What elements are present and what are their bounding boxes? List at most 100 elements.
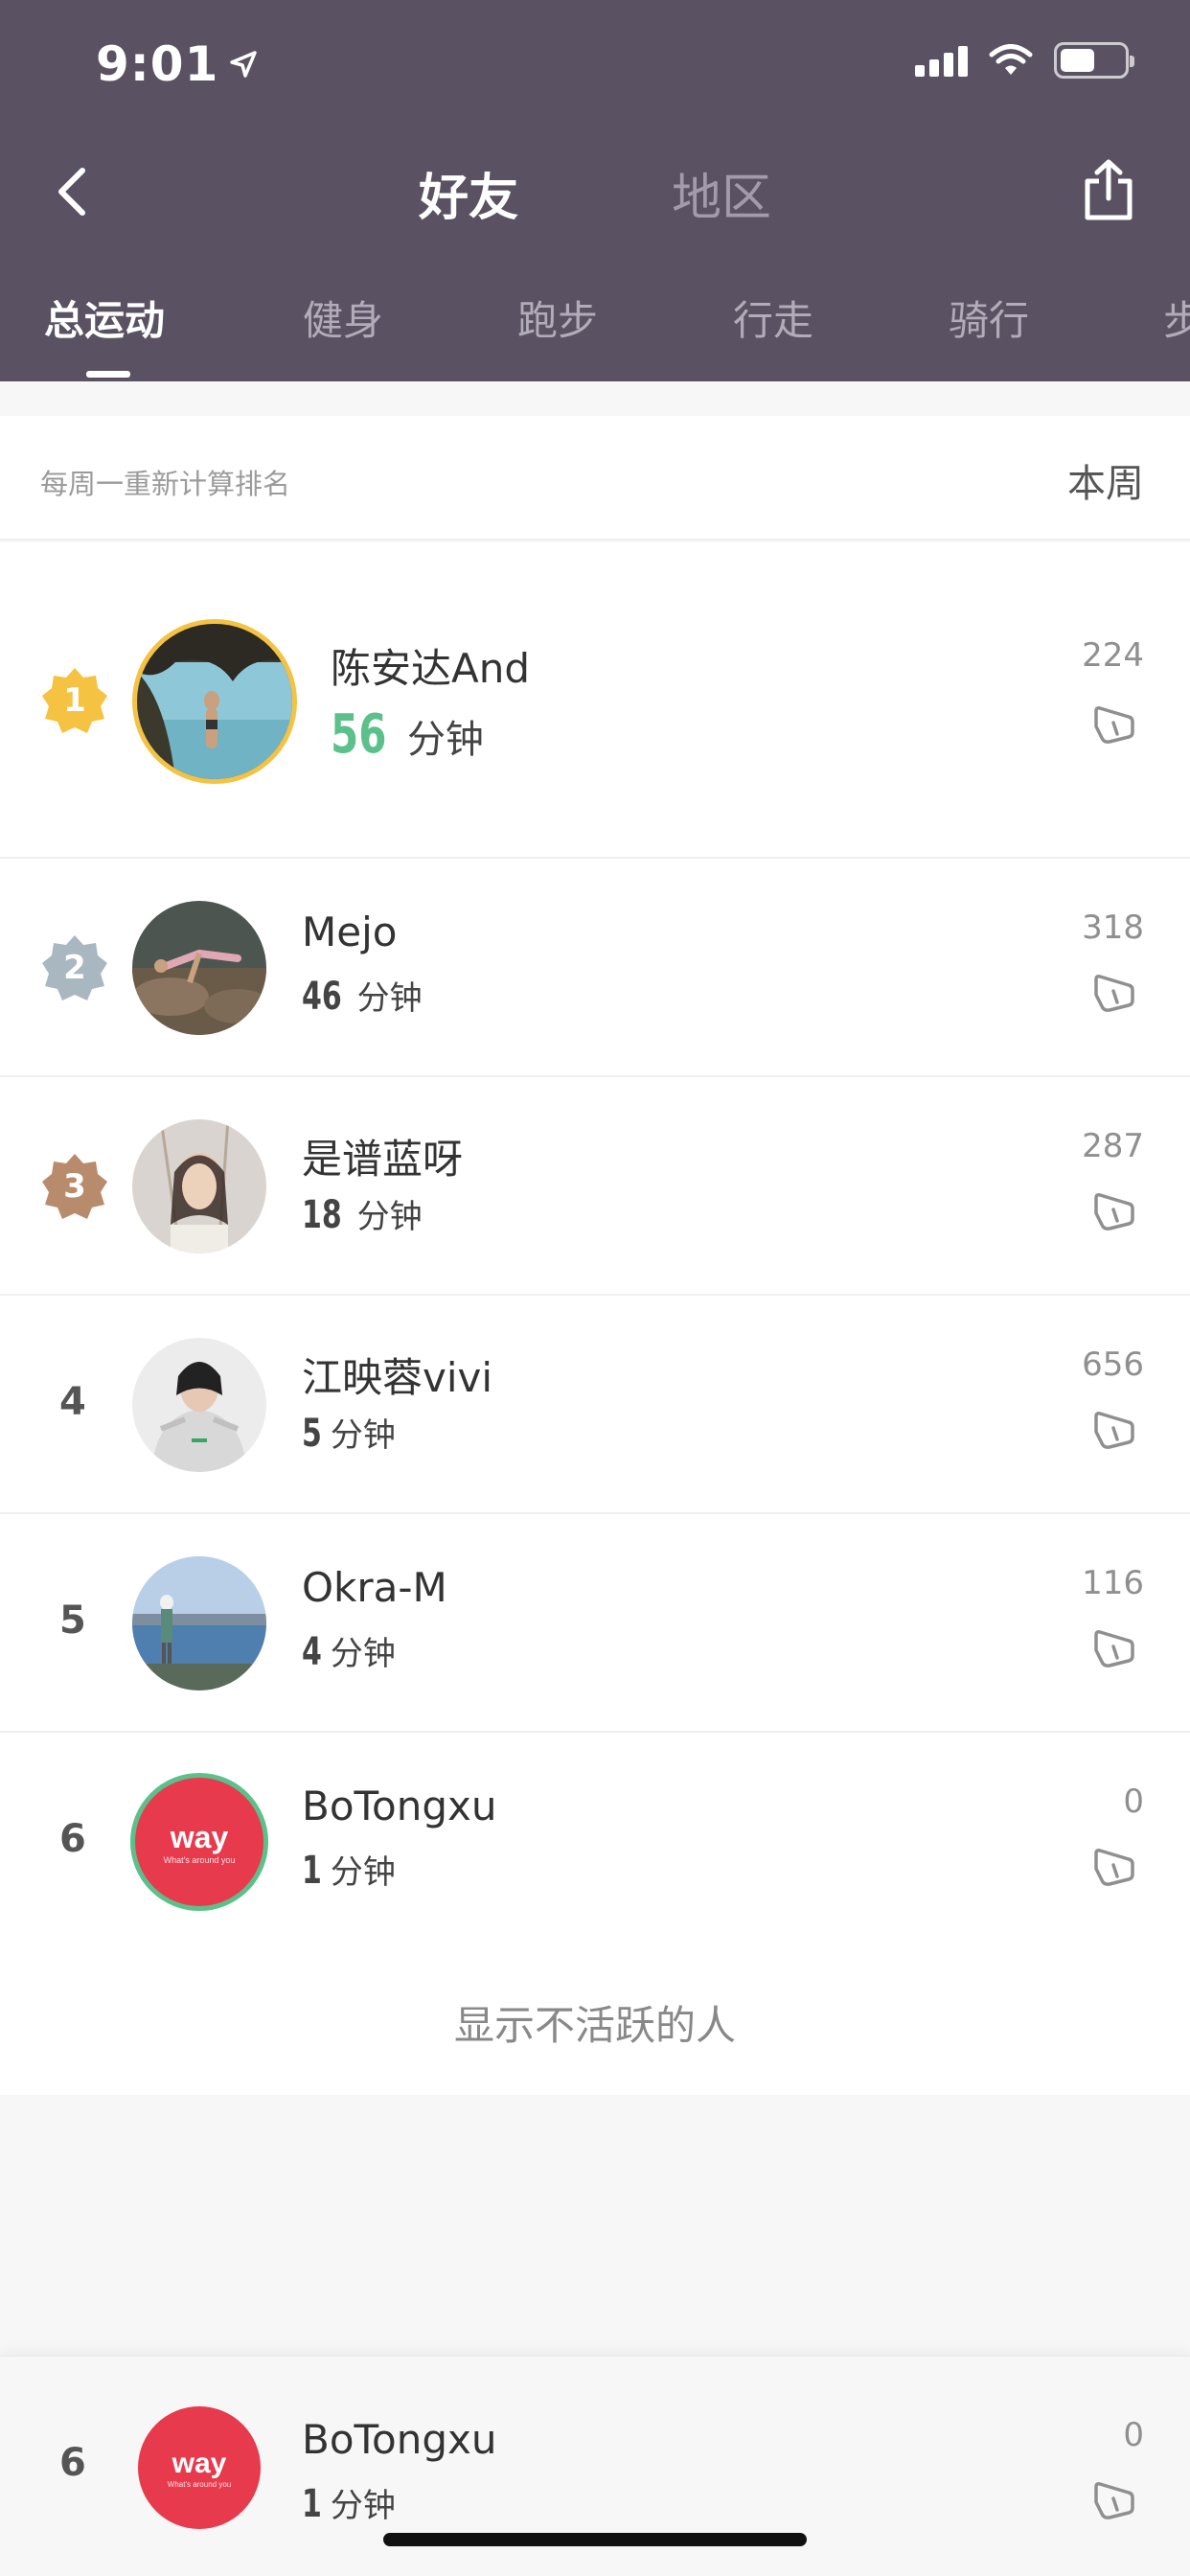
minutes-value: 1 [302, 1849, 322, 1893]
exercise-minutes: 18 分钟 [302, 1190, 423, 1237]
minutes-value: 4 [302, 1630, 322, 1674]
like-count: 656 [1082, 1346, 1144, 1384]
user-name: BoTongxu [302, 2416, 497, 2463]
minutes-unit: 分钟 [356, 1198, 423, 1236]
user-name: Mejo [302, 908, 398, 955]
way-logo-tagline: What's around you [167, 2479, 232, 2489]
exercise-minutes: 1 分钟 [302, 2479, 396, 2526]
show-inactive-button[interactable]: 显示不活跃的人 [0, 1949, 1190, 2095]
like-button-icon[interactable] [1090, 703, 1136, 746]
like-button-icon[interactable] [1090, 1846, 1136, 1888]
like-count: 0 [1123, 2416, 1144, 2454]
user-name: 陈安达And [331, 645, 531, 692]
week-row: 每周一重新计算排名 本周 [0, 416, 1190, 540]
like-count: 224 [1082, 636, 1144, 675]
rank-number: 2 [63, 949, 86, 987]
avatar[interactable] [132, 901, 266, 1035]
location-arrow-icon [230, 51, 258, 78]
way-logo-avatar[interactable]: way What's around you [130, 1773, 268, 1911]
avatar[interactable] [132, 1556, 266, 1690]
like-button-icon[interactable] [1090, 972, 1136, 1014]
like-button-icon[interactable] [1090, 1190, 1136, 1232]
tab-fitness[interactable]: 健身 [303, 288, 383, 347]
ranking-row-6[interactable]: 6 way What's around you BoTongxu 1 分钟 0 [0, 1733, 1190, 1951]
tab-total-exercise[interactable]: 总运动 [44, 288, 165, 347]
rank-number: 1 [63, 681, 86, 720]
minutes-value: 1 [302, 2482, 322, 2526]
like-count: 0 [1123, 1782, 1144, 1821]
rank-number: 6 [59, 2441, 86, 2485]
bronze-medal-icon: 3 [40, 1152, 109, 1221]
share-button[interactable] [1075, 153, 1142, 226]
avatar[interactable] [132, 1119, 266, 1254]
exercise-minutes: 56 分钟 [331, 703, 484, 766]
ranking-row-4[interactable]: 4 江映蓉vivi 5 分钟 656 [0, 1296, 1190, 1514]
like-count: 318 [1082, 908, 1144, 947]
status-time-text: 9:01 [96, 36, 219, 92]
like-button-icon[interactable] [1090, 2479, 1136, 2521]
tab-friends[interactable]: 好友 [419, 157, 518, 229]
minutes-unit: 分钟 [330, 1635, 396, 1673]
way-logo-tagline: What's around you [163, 1854, 236, 1865]
yoga-photo-avatar [132, 901, 266, 1035]
rank-number: 6 [59, 1817, 86, 1861]
like-count: 116 [1082, 1564, 1144, 1602]
exercise-minutes: 5 分钟 [302, 1409, 396, 1456]
tab-cycling[interactable]: 骑行 [949, 288, 1029, 347]
home-indicator[interactable] [383, 2533, 807, 2546]
share-icon [1085, 159, 1133, 220]
minutes-value: 56 [331, 703, 387, 766]
rank-number: 5 [59, 1598, 86, 1643]
cellular-signal-icon [915, 44, 968, 77]
user-name: 江映蓉vivi [302, 1354, 493, 1401]
tab-running[interactable]: 跑步 [517, 288, 598, 347]
top-nav: 好友 地区 [0, 144, 1190, 240]
tab-region[interactable]: 地区 [672, 157, 771, 229]
minutes-value: 18 [302, 1193, 342, 1237]
ranking-row-5[interactable]: 5 Okra-M 4 分钟 116 [0, 1514, 1190, 1733]
tab-walking[interactable]: 行走 [733, 288, 813, 347]
hoodie-photo-avatar [132, 1338, 266, 1472]
ranking-row-2[interactable]: 2 Mejo 46 分钟 318 [0, 859, 1190, 1077]
rank-number: 4 [59, 1380, 86, 1424]
user-name: 是谱蓝呀 [302, 1136, 464, 1183]
minutes-unit: 分钟 [356, 979, 423, 1018]
lake-photo-avatar [132, 1556, 266, 1690]
ranking-row-1[interactable]: 1 陈安达And 56 分钟 224 [0, 542, 1190, 859]
minutes-value: 46 [302, 975, 342, 1019]
exercise-minutes: 1 分钟 [302, 1846, 396, 1893]
minutes-unit: 分钟 [330, 1853, 396, 1892]
like-button-icon[interactable] [1090, 1627, 1136, 1669]
minutes-unit: 分钟 [330, 1416, 396, 1455]
gold-medal-icon: 1 [40, 666, 109, 735]
avatar[interactable] [132, 1338, 266, 1472]
beach-photo-avatar [137, 624, 292, 779]
minutes-value: 5 [302, 1412, 322, 1456]
rank-number: 3 [63, 1167, 86, 1206]
status-indicators [915, 42, 1134, 79]
sport-tabs: 总运动 健身 跑步 行走 骑行 步 [0, 283, 1190, 381]
tab-steps[interactable]: 步 [1163, 288, 1190, 347]
ranking-row-3[interactable]: 3 是谱蓝呀 18 分钟 287 [0, 1077, 1190, 1296]
battery-icon [1054, 42, 1134, 79]
way-logo-text: way [170, 1819, 229, 1854]
like-count: 287 [1082, 1127, 1144, 1165]
way-logo-avatar[interactable]: way What's around you [138, 2406, 261, 2529]
minutes-unit: 分钟 [330, 2487, 396, 2525]
user-name: Okra-M [302, 1564, 447, 1611]
minutes-unit: 分钟 [406, 718, 484, 762]
like-button-icon[interactable] [1090, 1409, 1136, 1451]
avatar[interactable] [132, 619, 297, 784]
active-tab-indicator [86, 371, 130, 378]
status-time: 9:01 [96, 36, 259, 92]
wifi-icon [989, 44, 1033, 75]
exercise-minutes: 46 分钟 [302, 972, 423, 1019]
way-logo-text: way [172, 2447, 227, 2479]
ranking-reset-note: 每周一重新计算排名 [40, 468, 291, 500]
period-selector[interactable]: 本周 [1067, 452, 1144, 508]
user-name: BoTongxu [302, 1782, 497, 1829]
portrait-photo-avatar [132, 1119, 266, 1254]
header: 9:01 好友 地区 总运动 健身 跑步 行走 骑行 步 [0, 0, 1190, 381]
exercise-minutes: 4 分钟 [302, 1627, 396, 1674]
silver-medal-icon: 2 [40, 933, 109, 1002]
